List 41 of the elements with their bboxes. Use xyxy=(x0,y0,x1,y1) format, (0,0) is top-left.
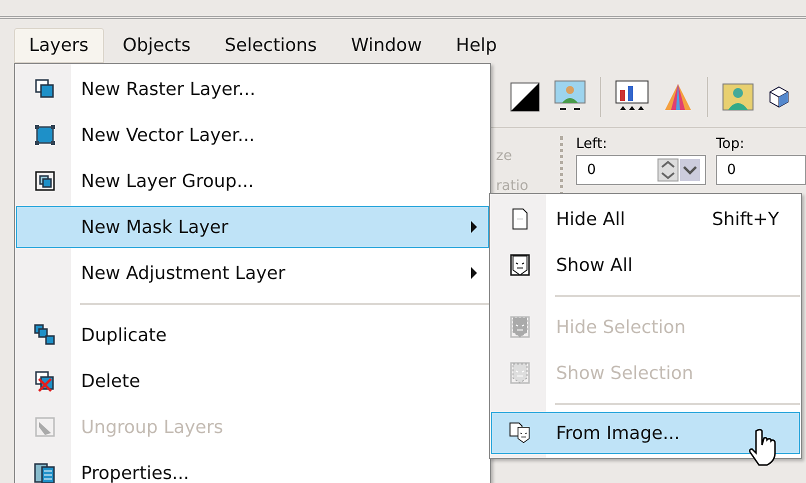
photo-icon xyxy=(722,83,754,111)
hand-cursor-icon xyxy=(748,428,778,468)
duplicate-squares-icon xyxy=(33,323,57,347)
menu-bar-item[interactable]: Window xyxy=(336,28,437,62)
menu-item[interactable]: Hide All Shift+Y xyxy=(491,196,800,242)
cube-icon xyxy=(768,85,790,109)
contrast-icon xyxy=(510,82,540,112)
prism-icon xyxy=(663,82,693,112)
menu-item[interactable]: New Mask Layer xyxy=(16,206,489,248)
number-field[interactable]: 0 xyxy=(576,155,706,185)
menu-item[interactable]: Show All xyxy=(491,242,800,288)
delete-layer-icon xyxy=(33,369,57,393)
menu-item[interactable]: New Vector Layer... xyxy=(16,112,489,158)
menu-item[interactable]: Delete xyxy=(16,358,489,404)
mask-icon xyxy=(508,361,532,385)
ungroup-icon xyxy=(33,415,57,439)
menu-bar-item[interactable]: Selections xyxy=(210,28,332,62)
menu-bar-item[interactable]: Layers xyxy=(14,28,104,62)
page-mask-icon xyxy=(508,421,532,445)
menu-item[interactable]: New Adjustment Layer xyxy=(16,250,489,296)
menu-item[interactable]: From Image... xyxy=(491,412,800,454)
group-frame-icon xyxy=(33,169,57,193)
field-label: Top: xyxy=(716,136,746,152)
menu-item[interactable]: Duplicate xyxy=(16,312,489,358)
spinner-icon[interactable] xyxy=(657,158,701,182)
mask-icon xyxy=(508,315,532,339)
menu-bar-item[interactable]: Help xyxy=(440,28,512,62)
menu-bar-item[interactable]: Objects xyxy=(108,28,206,62)
field-label: ratio xyxy=(496,178,530,194)
menu-item[interactable]: New Raster Layer... xyxy=(16,66,489,112)
menu-item[interactable]: Properties... xyxy=(16,450,489,483)
submenu-arrow-icon xyxy=(470,266,478,280)
vector-square-icon xyxy=(33,123,57,147)
stacked-squares-icon xyxy=(33,77,57,101)
field-label: ze xyxy=(496,148,513,164)
field-label: Left: xyxy=(576,136,608,152)
menu-item[interactable]: New Layer Group... xyxy=(16,158,489,204)
properties-icon xyxy=(33,461,57,483)
mask-icon xyxy=(508,253,532,277)
number-field[interactable]: 0 xyxy=(716,155,806,185)
submenu-arrow-icon xyxy=(470,220,478,234)
